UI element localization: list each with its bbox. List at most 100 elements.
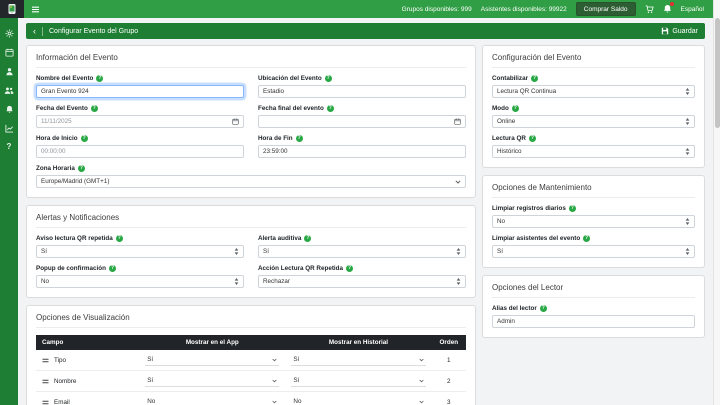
select-arrows-icon (456, 248, 461, 255)
audio-alert-select[interactable]: Sí (258, 245, 466, 258)
event-name-label: Nombre del Evento ? (36, 75, 104, 82)
help-icon[interactable]: ? (295, 135, 303, 142)
show-in-app-select[interactable]: No (145, 396, 280, 405)
cart-icon[interactable] (645, 4, 654, 14)
confirmation-popup-select[interactable]: No (36, 275, 244, 288)
timezone-select[interactable]: Europe/Madrid (GMT+1) (36, 175, 466, 188)
save-icon (662, 27, 669, 35)
event-name-input-wrap (36, 85, 244, 98)
field-name: Email (54, 398, 70, 405)
app-logo[interactable] (0, 0, 24, 18)
card-event-config: Configuración del Evento Contabilizar ? … (482, 45, 705, 168)
help-icon[interactable]: ? (346, 265, 354, 272)
page-title: Configurar Evento del Grupo (49, 27, 139, 35)
repeated-qr-warning-select[interactable]: Sí (36, 245, 244, 258)
event-date-input[interactable] (41, 118, 232, 125)
event-date-label: Fecha del Evento ? (36, 105, 98, 112)
card-reader-options: Opciones del Lector Alias del lector ? (482, 275, 705, 338)
back-button[interactable]: ‹ (33, 26, 36, 36)
chevron-down-icon (272, 379, 278, 383)
save-button[interactable]: Guardar (661, 27, 698, 35)
language-selector[interactable]: Español (681, 6, 705, 13)
help-icon[interactable]: ? (324, 75, 332, 82)
chart-icon[interactable] (4, 124, 14, 133)
col-header-orden: Orden (431, 335, 466, 350)
help-icon[interactable]: ? (304, 235, 312, 242)
order-value: 3 (431, 391, 466, 405)
help-icon[interactable]: ? (531, 75, 539, 82)
help-icon[interactable]: ? (80, 135, 88, 142)
show-in-history-select[interactable]: Sí (291, 375, 426, 387)
reader-alias-input[interactable] (497, 318, 690, 325)
start-time-input[interactable] (41, 148, 239, 155)
chevron-down-icon (272, 400, 278, 404)
field-name: Tipo (54, 356, 67, 364)
sidebar: ? (0, 18, 18, 405)
bell-icon[interactable] (5, 105, 14, 114)
clear-daily-records-select[interactable]: No (492, 215, 695, 228)
repeated-qr-action-select[interactable]: Rechazar (258, 275, 466, 288)
buy-balance-button[interactable]: Comprar Saldo (575, 2, 636, 16)
show-in-history-select[interactable]: No (291, 396, 426, 405)
help-icon[interactable]: ? (90, 105, 98, 112)
help-icon[interactable]: ? (583, 235, 591, 242)
help-icon[interactable]: ? (528, 135, 536, 142)
calendar-picker-icon[interactable] (454, 118, 461, 125)
end-time-label: Hora de Fin ? (258, 135, 303, 142)
drag-handle-icon[interactable] (42, 379, 49, 384)
calendar-picker-icon[interactable] (232, 118, 239, 125)
count-mode-select[interactable]: Lectura QR Continua (492, 85, 695, 98)
save-button-label: Guardar (672, 27, 698, 35)
users-icon[interactable] (4, 86, 14, 95)
drag-handle-icon[interactable] (42, 358, 49, 363)
top-bar-right: Grupos disponibles: 999 Asistentes dispo… (402, 1, 713, 16)
header-divider (42, 26, 43, 36)
notifications-bell-icon[interactable] (663, 1, 675, 14)
scrollbar-track[interactable] (713, 0, 720, 405)
end-time-input-wrap (258, 145, 466, 158)
clear-event-attendees-select[interactable]: Sí (492, 245, 695, 258)
mode-select[interactable]: Online (492, 115, 695, 128)
card-event-info-title: Información del Evento (36, 53, 466, 68)
order-value: 2 (431, 370, 466, 392)
help-icon[interactable]: ? (511, 105, 519, 112)
table-row: Nombre Sí Sí 2 (36, 370, 466, 392)
event-name-input[interactable] (41, 88, 239, 95)
col-header-historial: Mostrar en Historial (285, 335, 432, 350)
event-end-date-input[interactable] (263, 118, 454, 125)
show-in-history-select[interactable]: Sí (291, 354, 426, 366)
chevron-down-icon (418, 379, 424, 383)
user-icon[interactable] (5, 67, 14, 76)
start-time-input-wrap (36, 145, 244, 158)
help-icon[interactable]: ? (115, 235, 123, 242)
scrollbar-thumb[interactable] (715, 18, 720, 128)
help-icon[interactable]: ? (96, 75, 104, 82)
menu-icon[interactable] (31, 5, 40, 14)
event-location-input-wrap (258, 85, 466, 98)
order-value: 1 (431, 350, 466, 371)
help-icon[interactable]: ? (108, 265, 116, 272)
help-icon[interactable]: ? (568, 205, 576, 212)
confirmation-popup-label: Popup de confirmación ? (36, 265, 116, 272)
table-row: Email No No 3 (36, 391, 466, 405)
select-arrows-icon (685, 218, 690, 225)
help-icon[interactable]: ? (77, 165, 85, 172)
calendar-icon[interactable] (4, 48, 14, 57)
table-header-row: Campo Mostrar en el App Mostrar en Histo… (36, 335, 466, 350)
qr-reading-select[interactable]: Histórico (492, 145, 695, 158)
help-icon[interactable]: ? (539, 305, 547, 312)
help-icon[interactable]: ? (326, 105, 334, 112)
page-header: ‹ Configurar Evento del Grupo Guardar (26, 23, 705, 39)
show-in-app-select[interactable]: Sí (145, 354, 280, 366)
show-in-app-select[interactable]: Sí (145, 375, 280, 387)
repeated-qr-warning-label: Aviso lectura QR repetida ? (36, 235, 123, 242)
settings-icon[interactable] (5, 29, 14, 38)
event-location-input[interactable] (263, 88, 461, 95)
main-content: ‹ Configurar Evento del Grupo Guardar In… (18, 18, 713, 405)
help-icon[interactable]: ? (7, 143, 12, 151)
select-arrows-icon (685, 248, 690, 255)
clear-event-attendees-label: Limpiar asistentes del evento ? (492, 235, 591, 242)
drag-handle-icon[interactable] (42, 400, 49, 405)
end-time-input[interactable] (263, 148, 461, 155)
chevron-down-icon (455, 179, 461, 184)
